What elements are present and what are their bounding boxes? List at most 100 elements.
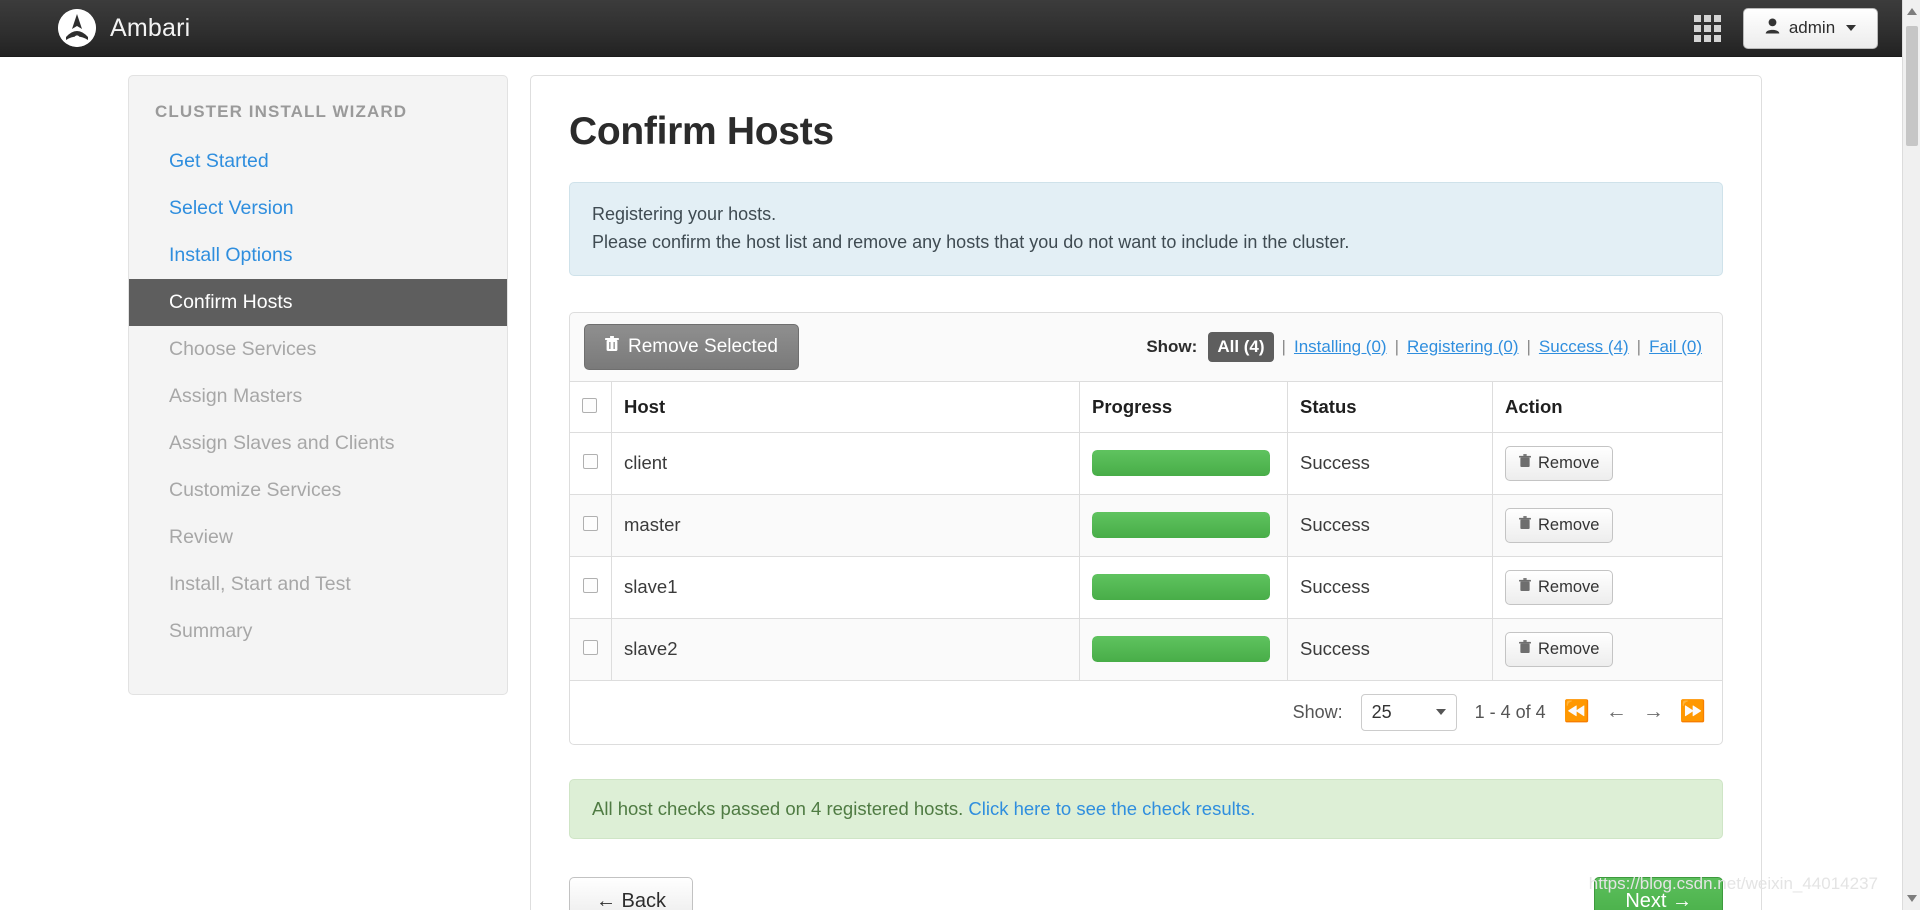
sidebar-title: CLUSTER INSTALL WIZARD	[155, 102, 408, 121]
filter-success[interactable]: Success (4)	[1539, 337, 1629, 357]
host-status: Success	[1287, 493, 1493, 557]
check-results-link[interactable]: Click here to see the check results.	[968, 798, 1255, 819]
remove-host-button[interactable]: Remove	[1505, 631, 1614, 667]
trash-icon	[1519, 453, 1531, 473]
next-page-icon[interactable]: →	[1643, 700, 1664, 724]
brand-title: Ambari	[110, 13, 191, 42]
main-panel: Confirm Hosts Registering your hosts. Pl…	[530, 75, 1762, 910]
remove-host-button[interactable]: Remove	[1505, 445, 1614, 481]
filter-registering[interactable]: Registering (0)	[1407, 337, 1519, 357]
filter-installing[interactable]: Installing (0)	[1294, 337, 1387, 357]
wizard-footer: ← Back Next →	[569, 876, 1723, 910]
scrollbar-thumb[interactable]	[1906, 26, 1918, 146]
filter-separator-1: |	[1281, 336, 1286, 356]
wizard-sidebar: CLUSTER INSTALL WIZARD Get Started Selec…	[128, 75, 508, 695]
select-all-header	[569, 380, 612, 433]
action-cell: Remove	[1492, 555, 1723, 619]
sidebar-item-customize-services[interactable]: Customize Services	[129, 467, 507, 514]
table-row: slave2 Success Remove	[569, 617, 1723, 681]
sidebar-item-confirm-hosts[interactable]: Confirm Hosts	[129, 279, 507, 326]
row-checkbox[interactable]	[583, 516, 598, 532]
progress-track	[1092, 574, 1270, 601]
filter-separator-3: |	[1526, 336, 1531, 356]
progress-track	[1092, 450, 1270, 477]
grid-apps-icon[interactable]	[1694, 14, 1721, 42]
page-title: Confirm Hosts	[569, 110, 834, 153]
first-page-icon[interactable]: ⏪	[1564, 700, 1590, 724]
ambari-logo-icon	[58, 9, 96, 47]
header-host: Host	[611, 380, 1080, 433]
action-cell: Remove	[1492, 617, 1723, 681]
prev-page-icon[interactable]: ←	[1606, 700, 1627, 724]
sidebar-item-summary[interactable]: Summary	[129, 608, 507, 655]
sidebar-item-install-start-test[interactable]: Install, Start and Test	[129, 561, 507, 608]
back-button[interactable]: ← Back	[569, 876, 694, 910]
remove-host-label: Remove	[1538, 515, 1600, 534]
trash-icon	[1519, 515, 1531, 535]
progress-track	[1092, 512, 1270, 539]
info-alert: Registering your hosts. Please confirm t…	[569, 182, 1723, 276]
remove-selected-label: Remove Selected	[628, 335, 778, 357]
show-filter-label: Show:	[1146, 336, 1198, 356]
caret-down-icon	[1846, 25, 1857, 31]
row-select-cell	[569, 617, 612, 681]
action-cell: Remove	[1492, 431, 1723, 495]
user-icon	[1765, 18, 1780, 39]
sidebar-item-get-started[interactable]: Get Started	[129, 138, 507, 185]
remove-host-label: Remove	[1538, 577, 1600, 596]
info-alert-line-2: Please confirm the host list and remove …	[592, 231, 1350, 252]
top-navbar: Ambari admin	[0, 0, 1920, 57]
host-name: client	[611, 431, 1080, 495]
pager-controls: ⏪ ← → ⏩	[1564, 700, 1706, 724]
action-cell: Remove	[1492, 493, 1723, 557]
host-name: master	[611, 493, 1080, 557]
status-filters: Show: All (4) | Installing (0) | Registe…	[1146, 331, 1708, 362]
hosts-table-body: client Success Remove master Success Rem…	[569, 431, 1723, 681]
progress-bar	[1092, 450, 1270, 477]
sidebar-item-assign-masters[interactable]: Assign Masters	[129, 373, 507, 420]
progress-cell	[1079, 431, 1288, 495]
page-scrollbar[interactable]	[1902, 0, 1920, 910]
row-checkbox[interactable]	[583, 578, 598, 594]
sidebar-item-select-version[interactable]: Select Version	[129, 185, 507, 232]
brand[interactable]: Ambari	[58, 9, 190, 47]
header-progress: Progress	[1079, 380, 1288, 433]
trash-icon	[605, 335, 619, 358]
filter-all[interactable]: All (4)	[1208, 331, 1274, 362]
pagination-bar: Show: 25 1 - 4 of 4 ⏪ ← → ⏩	[569, 680, 1723, 745]
host-checks-text: All host checks passed on 4 registered h…	[592, 797, 964, 819]
scroll-up-icon[interactable]	[1907, 8, 1917, 15]
navbar-right: admin	[1694, 7, 1902, 49]
info-alert-line-1: Registering your hosts.	[592, 204, 777, 224]
page-body: CLUSTER INSTALL WIZARD Get Started Selec…	[0, 57, 1920, 910]
remove-host-label: Remove	[1538, 639, 1600, 658]
row-checkbox[interactable]	[583, 640, 598, 656]
header-action: Action	[1492, 380, 1723, 433]
remove-host-button[interactable]: Remove	[1505, 569, 1614, 605]
scroll-down-icon[interactable]	[1907, 895, 1917, 902]
admin-menu-button[interactable]: admin	[1743, 7, 1878, 49]
page-size-select[interactable]: 25	[1360, 693, 1457, 731]
row-checkbox[interactable]	[583, 454, 598, 470]
sidebar-item-choose-services[interactable]: Choose Services	[129, 326, 507, 373]
filter-fail[interactable]: Fail (0)	[1649, 337, 1702, 357]
table-row: slave1 Success Remove	[569, 555, 1723, 619]
admin-label: admin	[1788, 18, 1836, 37]
remove-host-button[interactable]: Remove	[1505, 507, 1614, 543]
sidebar-item-install-options[interactable]: Install Options	[129, 232, 507, 279]
last-page-icon[interactable]: ⏩	[1680, 700, 1706, 724]
hosts-table: Host Progress Status Action client Succe…	[569, 380, 1723, 681]
sidebar-item-assign-slaves[interactable]: Assign Slaves and Clients	[129, 420, 507, 467]
progress-cell	[1079, 617, 1288, 681]
table-header-row: Host Progress Status Action	[569, 380, 1723, 433]
host-status: Success	[1287, 555, 1493, 619]
remove-selected-button[interactable]: Remove Selected	[584, 323, 799, 370]
remove-host-label: Remove	[1538, 453, 1600, 472]
page-size-label: Show:	[1292, 701, 1343, 722]
progress-cell	[1079, 493, 1288, 557]
sidebar-item-review[interactable]: Review	[129, 514, 507, 561]
row-select-cell	[569, 555, 612, 619]
table-row: master Success Remove	[569, 493, 1723, 557]
row-select-cell	[569, 493, 612, 557]
select-all-checkbox[interactable]	[582, 397, 597, 413]
